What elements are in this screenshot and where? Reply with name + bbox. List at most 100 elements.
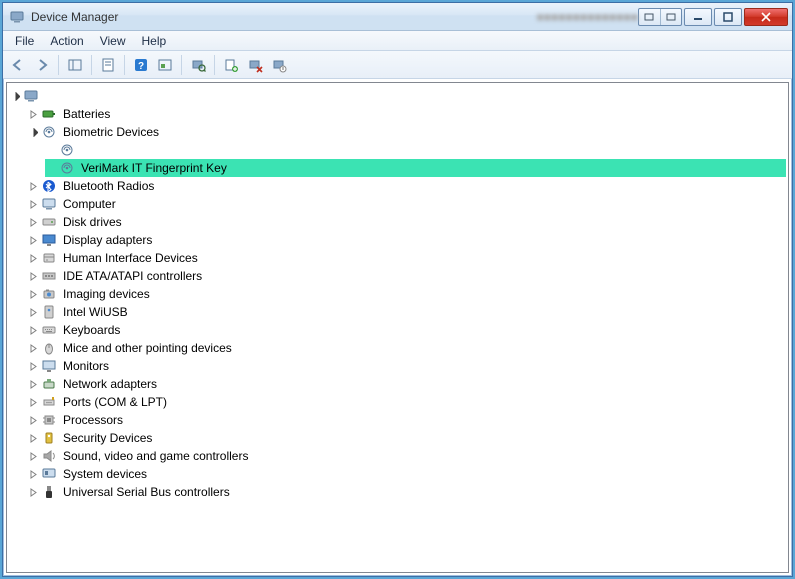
show-hide-tree-button[interactable] (64, 54, 86, 76)
tree-node[interactable]: Disk drives (27, 213, 786, 231)
tree-child-node[interactable]: VeriMark IT Fingerprint Key (45, 159, 786, 177)
biometric-icon (59, 160, 75, 176)
expand-icon[interactable] (27, 342, 39, 354)
window-title: Device Manager (29, 10, 531, 24)
expand-icon[interactable] (27, 324, 39, 336)
scan-hardware-button[interactable] (187, 54, 209, 76)
system-icon (41, 466, 57, 482)
menu-help[interactable]: Help (134, 32, 175, 50)
tree-node-label: IDE ATA/ATAPI controllers (61, 267, 204, 285)
tree-node-label: System devices (61, 465, 149, 483)
expand-icon[interactable] (27, 360, 39, 372)
menu-view[interactable]: View (92, 32, 134, 50)
expand-icon[interactable] (27, 216, 39, 228)
device-tree-pane[interactable]: BatteriesBiometric Devices VeriMark IT Fi… (6, 82, 789, 573)
ide-icon (41, 268, 57, 284)
expand-icon[interactable] (27, 450, 39, 462)
tree-node[interactable]: Intel WiUSB (27, 303, 786, 321)
tree-root-node[interactable] (9, 87, 786, 105)
expand-icon[interactable] (27, 486, 39, 498)
tree-node[interactable]: System devices (27, 465, 786, 483)
tree-node-label: Network adapters (61, 375, 159, 393)
titlebar[interactable]: Device Manager ■■■■■■■■■■■■■■ (3, 3, 792, 31)
tree-node-label: Disk drives (61, 213, 124, 231)
menubar: File Action View Help (3, 31, 792, 51)
menu-action[interactable]: Action (42, 32, 91, 50)
expand-icon[interactable] (27, 108, 39, 120)
expand-icon[interactable] (27, 288, 39, 300)
maximize-button[interactable] (714, 8, 742, 26)
back-button[interactable] (7, 54, 29, 76)
expand-icon[interactable] (27, 252, 39, 264)
update-driver-button[interactable] (220, 54, 242, 76)
security-icon (41, 430, 57, 446)
tree-node[interactable]: Monitors (27, 357, 786, 375)
tree-node-label: Processors (61, 411, 125, 429)
refresh-button[interactable] (154, 54, 176, 76)
tree-node-label: Biometric Devices (61, 123, 161, 141)
monitor-icon (41, 358, 57, 374)
tree-node[interactable]: Keyboards (27, 321, 786, 339)
port-icon (41, 394, 57, 410)
expand-icon[interactable] (27, 234, 39, 246)
toolbar-separator (214, 55, 215, 75)
expand-icon[interactable] (27, 198, 39, 210)
tree-node[interactable]: Mice and other pointing devices (27, 339, 786, 357)
tree-child-node[interactable] (45, 141, 786, 159)
tree-node-label: Security Devices (61, 429, 154, 447)
tree-node[interactable]: Human Interface Devices (27, 249, 786, 267)
window-controls (638, 8, 788, 26)
tree-node-label: Computer (61, 195, 118, 213)
tree-node[interactable]: Computer (27, 195, 786, 213)
expand-icon[interactable] (27, 414, 39, 426)
minimize-button[interactable] (684, 8, 712, 26)
expand-icon[interactable] (27, 180, 39, 192)
close-button[interactable] (744, 8, 788, 26)
expand-icon[interactable] (27, 378, 39, 390)
tree-node[interactable]: Imaging devices (27, 285, 786, 303)
tree-node[interactable]: Bluetooth Radios (27, 177, 786, 195)
properties-button[interactable] (97, 54, 119, 76)
tree-node[interactable]: Display adapters (27, 231, 786, 249)
tree-node-label: Universal Serial Bus controllers (61, 483, 232, 501)
help-button[interactable]: ? (130, 54, 152, 76)
expand-icon[interactable] (27, 432, 39, 444)
tree-node-label: Human Interface Devices (61, 249, 200, 267)
restore-group[interactable] (638, 8, 682, 26)
expand-icon[interactable] (27, 270, 39, 282)
tree-node[interactable]: Sound, video and game controllers (27, 447, 786, 465)
tree-node[interactable]: Security Devices (27, 429, 786, 447)
expand-icon[interactable] (27, 396, 39, 408)
toolbar-separator (124, 55, 125, 75)
tree-node-label: Ports (COM & LPT) (61, 393, 169, 411)
tree-node[interactable]: Batteries (27, 105, 786, 123)
tree-node-label: Batteries (61, 105, 112, 123)
expand-icon[interactable] (27, 306, 39, 318)
tree-node[interactable]: Universal Serial Bus controllers (27, 483, 786, 501)
device-tree[interactable]: BatteriesBiometric Devices VeriMark IT Fi… (9, 87, 786, 501)
biometric-icon (59, 142, 75, 158)
sound-icon (41, 448, 57, 464)
tree-node-label: Mice and other pointing devices (61, 339, 234, 357)
tree-node[interactable]: Biometric Devices (27, 123, 786, 141)
expander-icon[interactable] (9, 90, 21, 102)
tree-node-label: Bluetooth Radios (61, 177, 156, 195)
expand-icon[interactable] (27, 468, 39, 480)
disable-button[interactable] (268, 54, 290, 76)
usb-icon (41, 484, 57, 500)
maximize-aux-icon[interactable] (661, 9, 682, 25)
forward-button[interactable] (31, 54, 53, 76)
tree-node[interactable]: Network adapters (27, 375, 786, 393)
tree-child-label: VeriMark IT Fingerprint Key (79, 159, 229, 177)
tree-node[interactable]: IDE ATA/ATAPI controllers (27, 267, 786, 285)
tree-node[interactable]: Processors (27, 411, 786, 429)
device-manager-icon (9, 9, 25, 25)
tree-node[interactable]: Ports (COM & LPT) (27, 393, 786, 411)
usbctrl-icon (41, 304, 57, 320)
blurred-title-extra: ■■■■■■■■■■■■■■ (537, 10, 638, 24)
tree-node-label: Display adapters (61, 231, 154, 249)
minimize-aux-icon[interactable] (639, 9, 661, 25)
menu-file[interactable]: File (7, 32, 42, 50)
collapse-icon[interactable] (27, 126, 39, 138)
uninstall-button[interactable] (244, 54, 266, 76)
